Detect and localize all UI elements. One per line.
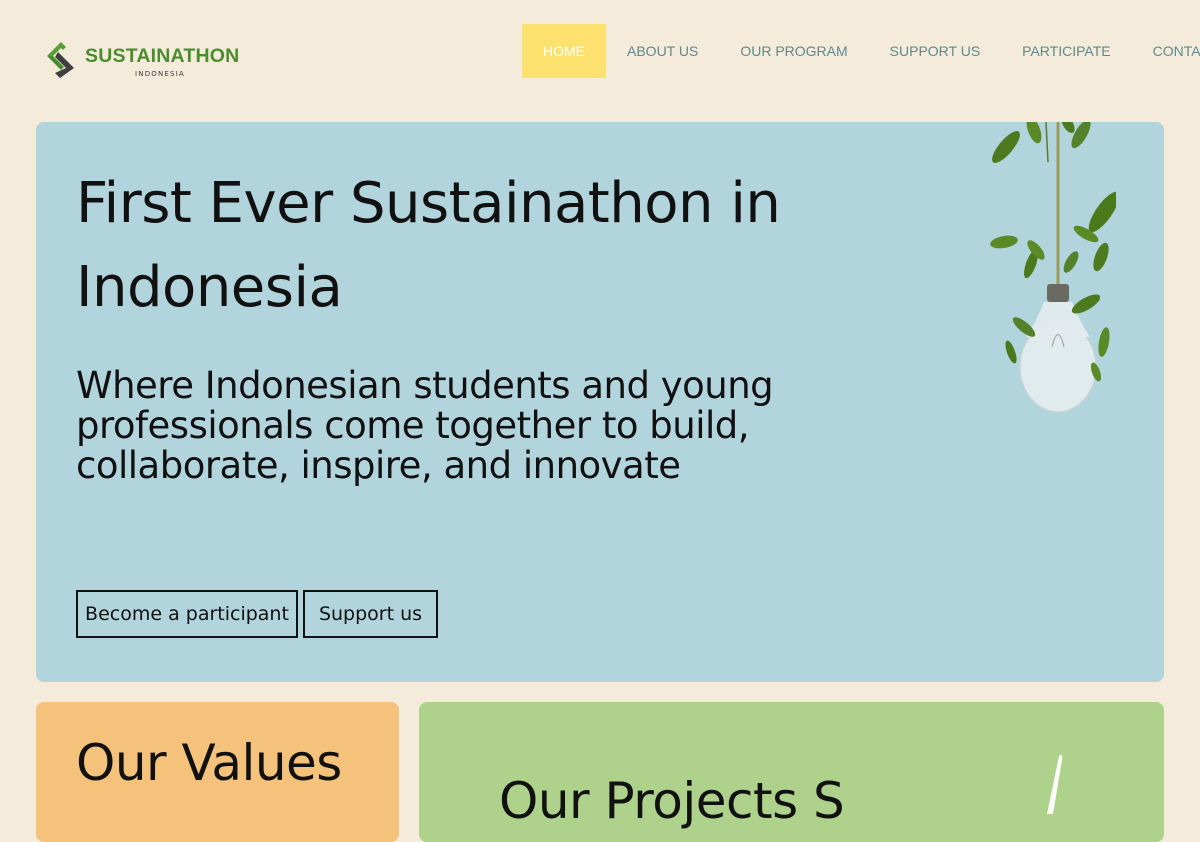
- brand-subtitle: INDONESIA: [135, 70, 185, 78]
- nav-item-contact[interactable]: CONTACT: [1132, 24, 1200, 78]
- values-card: Our Values: [36, 702, 399, 842]
- hero-section: First Ever Sustainathon in Indonesia Whe…: [36, 122, 1164, 682]
- hero-title: First Ever Sustainathon in Indonesia: [76, 171, 781, 320]
- nav-item-our-program[interactable]: OUR PROGRAM: [719, 24, 868, 78]
- decorative-shape-icon: [1047, 754, 1063, 814]
- logo-mark-icon: [47, 42, 74, 78]
- nav-item-support-us[interactable]: SUPPORT US: [869, 24, 1002, 78]
- brand-title: SUSTAINATHON: [85, 45, 240, 67]
- main-nav: HOME ABOUT US OUR PROGRAM SUPPORT US PAR…: [522, 24, 1200, 78]
- nav-item-home[interactable]: HOME: [522, 24, 606, 78]
- hanging-lightbulb-plant-icon: [990, 122, 1116, 413]
- projects-card: Our Projects S: [419, 702, 1164, 842]
- nav-item-participate[interactable]: PARTICIPATE: [1001, 24, 1131, 78]
- nav-item-about-us[interactable]: ABOUT US: [606, 24, 719, 78]
- hero-subtitle: Where Indonesian students and young prof…: [76, 364, 774, 487]
- brand-logo[interactable]: SUSTAINATHON INDONESIA: [44, 40, 244, 82]
- site-header: SUSTAINATHON INDONESIA HOME ABOUT US OUR…: [0, 0, 1200, 100]
- support-us-button[interactable]: Support us: [303, 590, 438, 638]
- become-participant-button[interactable]: Become a participant: [76, 590, 298, 638]
- values-title: Our Values: [76, 734, 342, 792]
- projects-title: Our Projects S: [499, 772, 845, 830]
